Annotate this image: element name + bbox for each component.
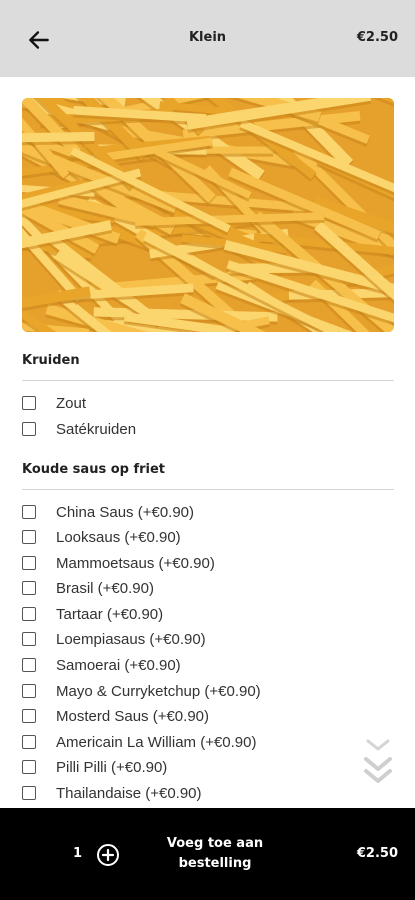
option-label: Mayo & Curryketchup (+€0.90) [56, 682, 261, 700]
total-price: €2.50 [356, 846, 398, 861]
section-title-koude-saus: Koude saus op friet [22, 462, 166, 477]
option-mayo-curryketchup[interactable]: Mayo & Curryketchup (+€0.90) [22, 680, 261, 702]
checkbox[interactable] [22, 607, 36, 621]
bottom-bar: 1 Voeg toe aan bestelling €2.50 [0, 808, 415, 900]
option-label: Brasil (+€0.90) [56, 579, 154, 597]
option-china-saus[interactable]: China Saus (+€0.90) [22, 501, 194, 523]
quantity-value: 1 [73, 846, 83, 861]
checkbox[interactable] [22, 786, 36, 800]
checkbox[interactable] [22, 396, 36, 410]
checkbox[interactable] [22, 581, 36, 595]
option-label: Zout [56, 394, 87, 412]
checkbox[interactable] [22, 530, 36, 544]
option-label: Tartaar (+€0.90) [56, 605, 164, 623]
option-zout[interactable]: Zout [22, 392, 86, 414]
option-label: Mammoetsaus (+€0.90) [56, 554, 215, 572]
divider [22, 380, 394, 381]
option-label: Pilli Pilli (+€0.90) [56, 758, 168, 776]
option-label: Americain La William (+€0.90) [56, 733, 257, 751]
option-label: Satékruiden [56, 420, 137, 438]
option-thailandaise[interactable]: Thailandaise (+€0.90) [22, 782, 202, 804]
page-title: Klein [188, 30, 227, 45]
checkbox[interactable] [22, 709, 36, 723]
option-label: Loempiasaus (+€0.90) [56, 630, 206, 648]
option-label: China Saus (+€0.90) [56, 503, 195, 521]
add-to-order-button[interactable]: Voeg toe aan bestelling [150, 834, 280, 874]
fries-image [22, 98, 394, 332]
option-mammoetsaus[interactable]: Mammoetsaus (+€0.90) [22, 552, 215, 574]
checkbox[interactable] [22, 760, 36, 774]
section-title-kruiden: Kruiden [22, 353, 80, 368]
checkbox[interactable] [22, 422, 36, 436]
option-satekruiden[interactable]: Satékruiden [22, 418, 136, 440]
option-americain-la-william[interactable]: Americain La William (+€0.90) [22, 731, 257, 753]
checkbox[interactable] [22, 556, 36, 570]
option-loempiasaus[interactable]: Loempiasaus (+€0.90) [22, 628, 206, 650]
option-brasil[interactable]: Brasil (+€0.90) [22, 577, 154, 599]
option-tartaar[interactable]: Tartaar (+€0.90) [22, 603, 163, 625]
checkbox[interactable] [22, 505, 36, 519]
option-samoerai[interactable]: Samoerai (+€0.90) [22, 654, 181, 676]
option-pilli-pilli[interactable]: Pilli Pilli (+€0.90) [22, 756, 167, 778]
add-label-line1: Voeg toe aan [166, 836, 264, 851]
header-price: €2.50 [356, 30, 398, 45]
option-label: Samoerai (+€0.90) [56, 656, 181, 674]
add-label-line2: bestelling [178, 856, 252, 871]
option-looksaus[interactable]: Looksaus (+€0.90) [22, 526, 181, 548]
top-bar: Klein €2.50 [0, 0, 415, 77]
option-label: Mosterd Saus (+€0.90) [56, 707, 209, 725]
double-chevron-down-icon[interactable] [363, 737, 393, 791]
divider [22, 489, 394, 490]
option-mosterd-saus[interactable]: Mosterd Saus (+€0.90) [22, 705, 209, 727]
checkbox[interactable] [22, 658, 36, 672]
option-label: Thailandaise (+€0.90) [56, 784, 202, 802]
checkbox[interactable] [22, 632, 36, 646]
checkbox[interactable] [22, 684, 36, 698]
checkbox[interactable] [22, 735, 36, 749]
plus-circle-icon[interactable] [96, 843, 120, 867]
option-label: Looksaus (+€0.90) [56, 528, 181, 546]
